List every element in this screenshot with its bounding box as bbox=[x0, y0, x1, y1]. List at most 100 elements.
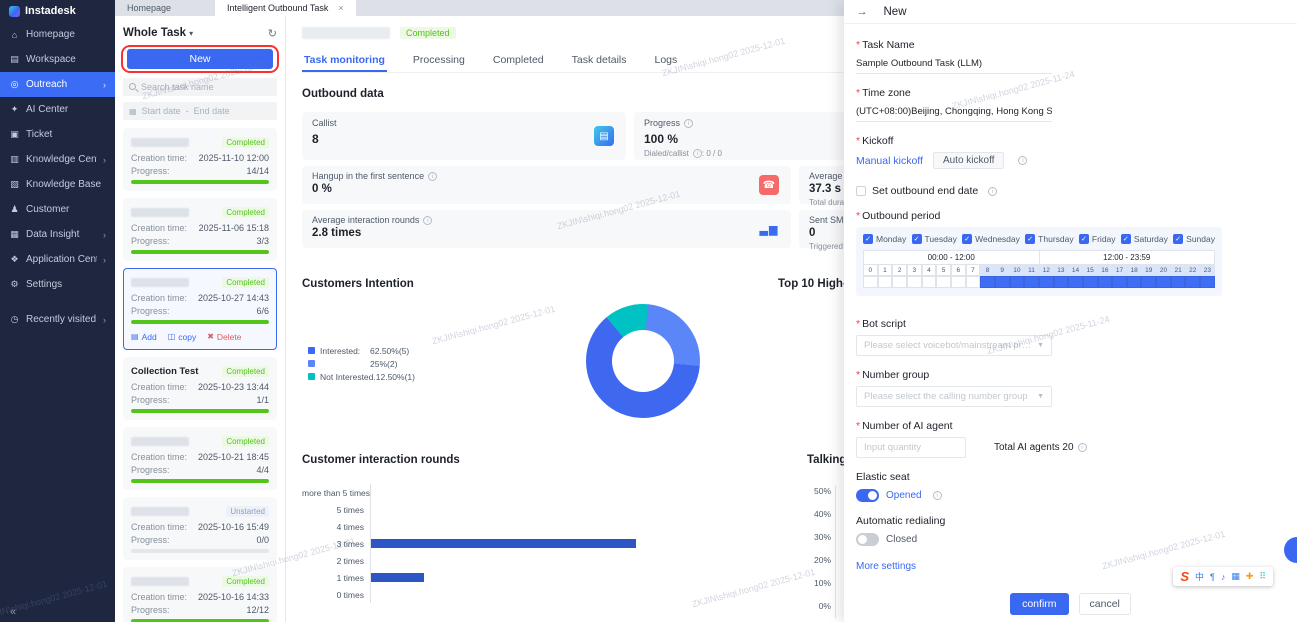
weekday-checkbox-wednesday[interactable]: ✓Wednesday bbox=[962, 234, 1020, 244]
hour-selection-cell[interactable] bbox=[1171, 276, 1186, 288]
auto-kickoff-option[interactable]: Auto kickoff bbox=[933, 152, 1005, 169]
hour-selection-cell[interactable] bbox=[1068, 276, 1083, 288]
sidebar-item-ticket[interactable]: ▣Ticket bbox=[0, 122, 115, 147]
task-card[interactable]: CompletedCreation time:2025-10-21 18:45P… bbox=[123, 427, 277, 490]
chinese-mode-icon[interactable]: 中 bbox=[1195, 570, 1204, 583]
hour-cell[interactable]: 15 bbox=[1083, 264, 1098, 276]
hour-cell[interactable]: 21 bbox=[1171, 264, 1186, 276]
tab-homepage[interactable]: Homepage bbox=[115, 0, 215, 16]
virtual-keyboard-icon[interactable]: ▦ bbox=[1231, 571, 1240, 582]
hour-selection-cell[interactable] bbox=[1039, 276, 1054, 288]
hour-selection-cell[interactable] bbox=[995, 276, 1010, 288]
hour-selection-cell[interactable] bbox=[1054, 276, 1069, 288]
hour-cell[interactable]: 7 bbox=[966, 264, 981, 276]
chevron-down-icon[interactable]: ▾ bbox=[189, 29, 193, 38]
weekday-checkbox-friday[interactable]: ✓Friday bbox=[1079, 234, 1116, 244]
sidebar-item-application-center[interactable]: ❖Application Center› bbox=[0, 247, 115, 272]
more-settings-link[interactable]: More settings bbox=[856, 561, 916, 572]
ai-agent-quantity-input[interactable] bbox=[856, 437, 966, 458]
task-filter-title[interactable]: Whole Task bbox=[123, 27, 186, 39]
tab-task-details[interactable]: Task details bbox=[570, 50, 629, 72]
sidebar-item-homepage[interactable]: ⌂Homepage bbox=[0, 22, 115, 47]
task-card[interactable]: CompletedCreation time:2025-11-06 15:18P… bbox=[123, 198, 277, 261]
hour-selection-cell[interactable] bbox=[1024, 276, 1039, 288]
punctuation-icon[interactable]: ¶ bbox=[1210, 572, 1215, 582]
hour-selection-cell[interactable] bbox=[1185, 276, 1200, 288]
voice-input-icon[interactable]: ♪ bbox=[1221, 572, 1226, 582]
hour-cell[interactable]: 6 bbox=[951, 264, 966, 276]
sidebar-item-workspace[interactable]: ▤Workspace bbox=[0, 47, 115, 72]
hour-cell[interactable]: 11 bbox=[1024, 264, 1039, 276]
weekday-checkbox-saturday[interactable]: ✓Saturday bbox=[1121, 234, 1168, 244]
task-card[interactable]: UnstartedCreation time:2025-10-16 15:49P… bbox=[123, 497, 277, 560]
task-card[interactable]: CompletedCreation time:2025-10-27 14:43P… bbox=[123, 268, 277, 350]
hour-selection-cell[interactable] bbox=[980, 276, 995, 288]
sidebar-item-knowledge-base[interactable]: ▧Knowledge Base bbox=[0, 172, 115, 197]
sidebar-item-customer[interactable]: ♟Customer bbox=[0, 197, 115, 222]
task-card[interactable]: Collection TestCompletedCreation time:20… bbox=[123, 357, 277, 420]
bot-script-select[interactable]: Please select voicebot/mainstream proces… bbox=[856, 335, 1052, 356]
add-button[interactable]: ▤Add bbox=[131, 332, 157, 342]
hour-selection-cell[interactable] bbox=[936, 276, 951, 288]
tab-logs[interactable]: Logs bbox=[653, 50, 680, 72]
sidebar-item-settings[interactable]: ⚙Settings bbox=[0, 272, 115, 297]
hour-cell[interactable]: 18 bbox=[1127, 264, 1142, 276]
hour-selection-cell[interactable] bbox=[878, 276, 893, 288]
hour-cell[interactable]: 9 bbox=[995, 264, 1010, 276]
sidebar-item-ai-center[interactable]: ✦AI Center bbox=[0, 97, 115, 122]
weekday-checkbox-thursday[interactable]: ✓Thursday bbox=[1025, 234, 1073, 244]
manual-kickoff-option[interactable]: Manual kickoff bbox=[856, 155, 923, 167]
hour-selection-cell[interactable] bbox=[1156, 276, 1171, 288]
hour-cell[interactable]: 3 bbox=[907, 264, 922, 276]
new-task-button[interactable]: New bbox=[127, 49, 273, 69]
number-group-select[interactable]: Please select the calling number group ▼ bbox=[856, 386, 1052, 407]
hour-cell[interactable]: 10 bbox=[1010, 264, 1025, 276]
hour-selection-cell[interactable] bbox=[966, 276, 981, 288]
hour-cell[interactable]: 17 bbox=[1112, 264, 1127, 276]
refresh-icon[interactable]: ↻ bbox=[268, 27, 277, 40]
tab-intelligent-outbound-task[interactable]: Intelligent Outbound Task× bbox=[215, 0, 356, 16]
hour-cell[interactable]: 19 bbox=[1141, 264, 1156, 276]
search-task-input[interactable] bbox=[123, 78, 277, 96]
date-range-filter[interactable]: ▦ Start date - End date bbox=[123, 102, 277, 120]
sidebar-collapse-button[interactable]: « bbox=[10, 606, 16, 618]
sogou-logo-icon[interactable]: S bbox=[1180, 569, 1189, 584]
skin-icon[interactable]: ⠿ bbox=[1259, 571, 1266, 582]
hour-cell[interactable]: 22 bbox=[1185, 264, 1200, 276]
collapse-drawer-icon[interactable]: → bbox=[856, 6, 868, 18]
hour-selection-cell[interactable] bbox=[1141, 276, 1156, 288]
task-name-input[interactable] bbox=[856, 56, 1052, 74]
checkbox-icon[interactable] bbox=[856, 186, 866, 196]
cancel-button[interactable]: cancel bbox=[1079, 593, 1131, 615]
sidebar-item-recently-visited[interactable]: ◷Recently visited› bbox=[0, 307, 115, 332]
hour-selection-cell[interactable] bbox=[1112, 276, 1127, 288]
weekday-checkbox-monday[interactable]: ✓Monday bbox=[863, 234, 906, 244]
sidebar-item-knowledge-center[interactable]: ▥Knowledge Center› bbox=[0, 147, 115, 172]
copy-button[interactable]: ◫copy bbox=[168, 332, 197, 342]
hour-selection-cell[interactable] bbox=[1010, 276, 1025, 288]
hour-cell[interactable]: 23 bbox=[1200, 264, 1215, 276]
hour-selection-cell[interactable] bbox=[863, 276, 878, 288]
task-card[interactable]: CompletedCreation time:2025-10-16 14:33P… bbox=[123, 567, 277, 622]
hour-selection-cell[interactable] bbox=[1127, 276, 1142, 288]
start-date-placeholder[interactable]: Start date bbox=[142, 106, 181, 116]
tab-completed[interactable]: Completed bbox=[491, 50, 546, 72]
end-date-placeholder[interactable]: End date bbox=[194, 106, 230, 116]
hour-cell[interactable]: 5 bbox=[936, 264, 951, 276]
hour-cell[interactable]: 13 bbox=[1054, 264, 1069, 276]
hour-selection-cell[interactable] bbox=[922, 276, 937, 288]
hour-cell[interactable]: 16 bbox=[1098, 264, 1113, 276]
set-end-date-checkbox[interactable]: Set outbound end date bbox=[856, 185, 1285, 197]
toolbox-icon[interactable]: ✚ bbox=[1246, 571, 1254, 582]
sidebar-item-outreach[interactable]: ◎Outreach› bbox=[0, 72, 115, 97]
close-tab-icon[interactable]: × bbox=[338, 3, 343, 13]
hour-cell[interactable]: 12 bbox=[1039, 264, 1054, 276]
hour-selection-cell[interactable] bbox=[1098, 276, 1113, 288]
hour-cell[interactable]: 2 bbox=[892, 264, 907, 276]
hour-selection-cell[interactable] bbox=[892, 276, 907, 288]
delete-button[interactable]: ✖Delete bbox=[207, 332, 241, 342]
auto-redial-toggle[interactable] bbox=[856, 533, 879, 546]
hour-cell[interactable]: 4 bbox=[922, 264, 937, 276]
hour-cell[interactable]: 0 bbox=[863, 264, 878, 276]
time-zone-input[interactable] bbox=[856, 104, 1052, 122]
